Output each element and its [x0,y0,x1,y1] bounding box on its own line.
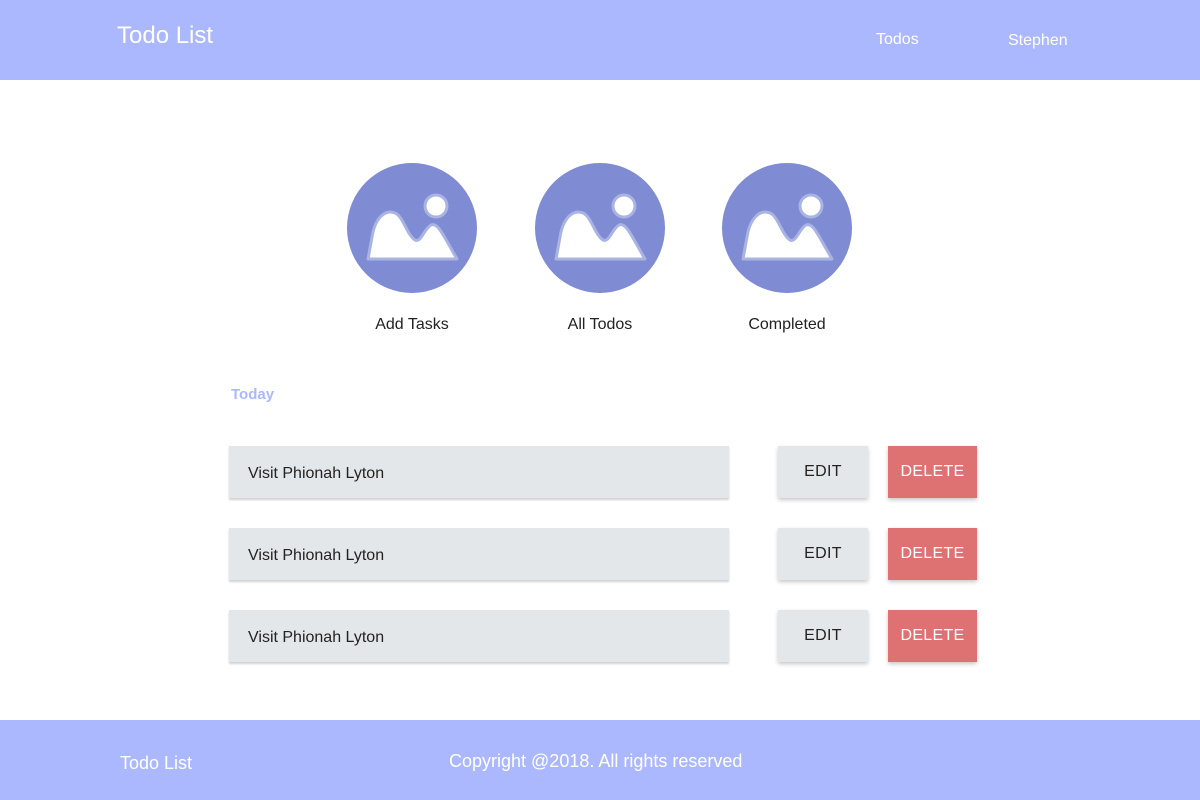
delete-button[interactable]: DELETE [888,446,977,498]
all-todos-shortcut[interactable]: All Todos [510,163,690,343]
section-title-today: Today [231,386,275,403]
todo-item-text[interactable]: Visit Phionah Lyton [229,528,729,580]
todo-item-text[interactable]: Visit Phionah Lyton [229,446,729,498]
image-placeholder-icon [347,163,477,293]
add-tasks-label: Add Tasks [375,316,449,333]
nav-todos-link[interactable]: Todos [876,31,919,49]
copyright-text: Copyright @2018. All rights reserved [449,751,743,771]
completed-label: Completed [748,316,826,333]
edit-button[interactable]: EDIT [778,528,868,580]
header-bar: Todo List Todos Stephen [0,0,1200,80]
add-tasks-shortcut[interactable]: Add Tasks [322,163,502,343]
brand-link[interactable]: Todo List [117,22,213,50]
image-placeholder-icon [535,163,665,293]
todo-item-text[interactable]: Visit Phionah Lyton [229,610,729,662]
footer-brand: Todo List [120,753,193,773]
edit-button[interactable]: EDIT [778,610,868,662]
all-todos-label: All Todos [567,316,633,333]
nav-user-link[interactable]: Stephen [1008,32,1068,50]
edit-button[interactable]: EDIT [778,446,868,498]
completed-shortcut[interactable]: Completed [697,163,877,343]
delete-button[interactable]: DELETE [888,528,977,580]
image-placeholder-icon [722,163,852,293]
delete-button[interactable]: DELETE [888,610,977,662]
footer-bar: Todo List Copyright @2018. All rights re… [0,720,1200,800]
